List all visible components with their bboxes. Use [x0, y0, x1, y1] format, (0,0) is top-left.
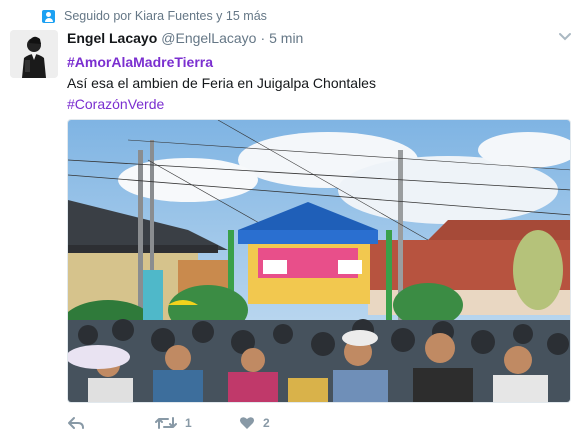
reply-icon: [68, 417, 84, 429]
person-follow-icon: [42, 9, 55, 23]
screen-name[interactable]: @EngelLacayo: [161, 30, 256, 46]
avatar[interactable]: [10, 30, 58, 78]
tweet-header: Engel Lacayo @EngelLacayo · 5 min: [67, 30, 303, 46]
hashtag-link[interactable]: #CorazónVerde: [67, 94, 567, 115]
like-count: 2: [263, 416, 270, 430]
chevron-down-icon[interactable]: [558, 31, 572, 43]
hashtag-link[interactable]: #AmorAlaMadreTierra: [67, 52, 567, 73]
separator-dot: ·: [260, 30, 266, 46]
social-context: Seguido por Kiara Fuentes y 15 más: [42, 9, 267, 23]
retweet-count: 1: [185, 416, 192, 430]
reply-button[interactable]: [67, 416, 155, 430]
tweet-actions: 1 2: [67, 416, 270, 430]
social-context-text: Seguido por Kiara Fuentes y 15 más: [64, 9, 267, 23]
heart-icon: [240, 417, 254, 429]
like-button[interactable]: 2: [239, 416, 270, 430]
timestamp[interactable]: 5 min: [269, 30, 303, 46]
tweet-text: #AmorAlaMadreTierra Así esa el ambien de…: [67, 52, 567, 115]
display-name[interactable]: Engel Lacayo: [67, 30, 157, 46]
tweet-photo[interactable]: [67, 119, 571, 403]
retweet-button[interactable]: 1: [155, 416, 239, 430]
tweet-body-text: Así esa el ambien de Feria en Juigalpa C…: [67, 75, 376, 91]
retweet-icon: [155, 417, 177, 429]
